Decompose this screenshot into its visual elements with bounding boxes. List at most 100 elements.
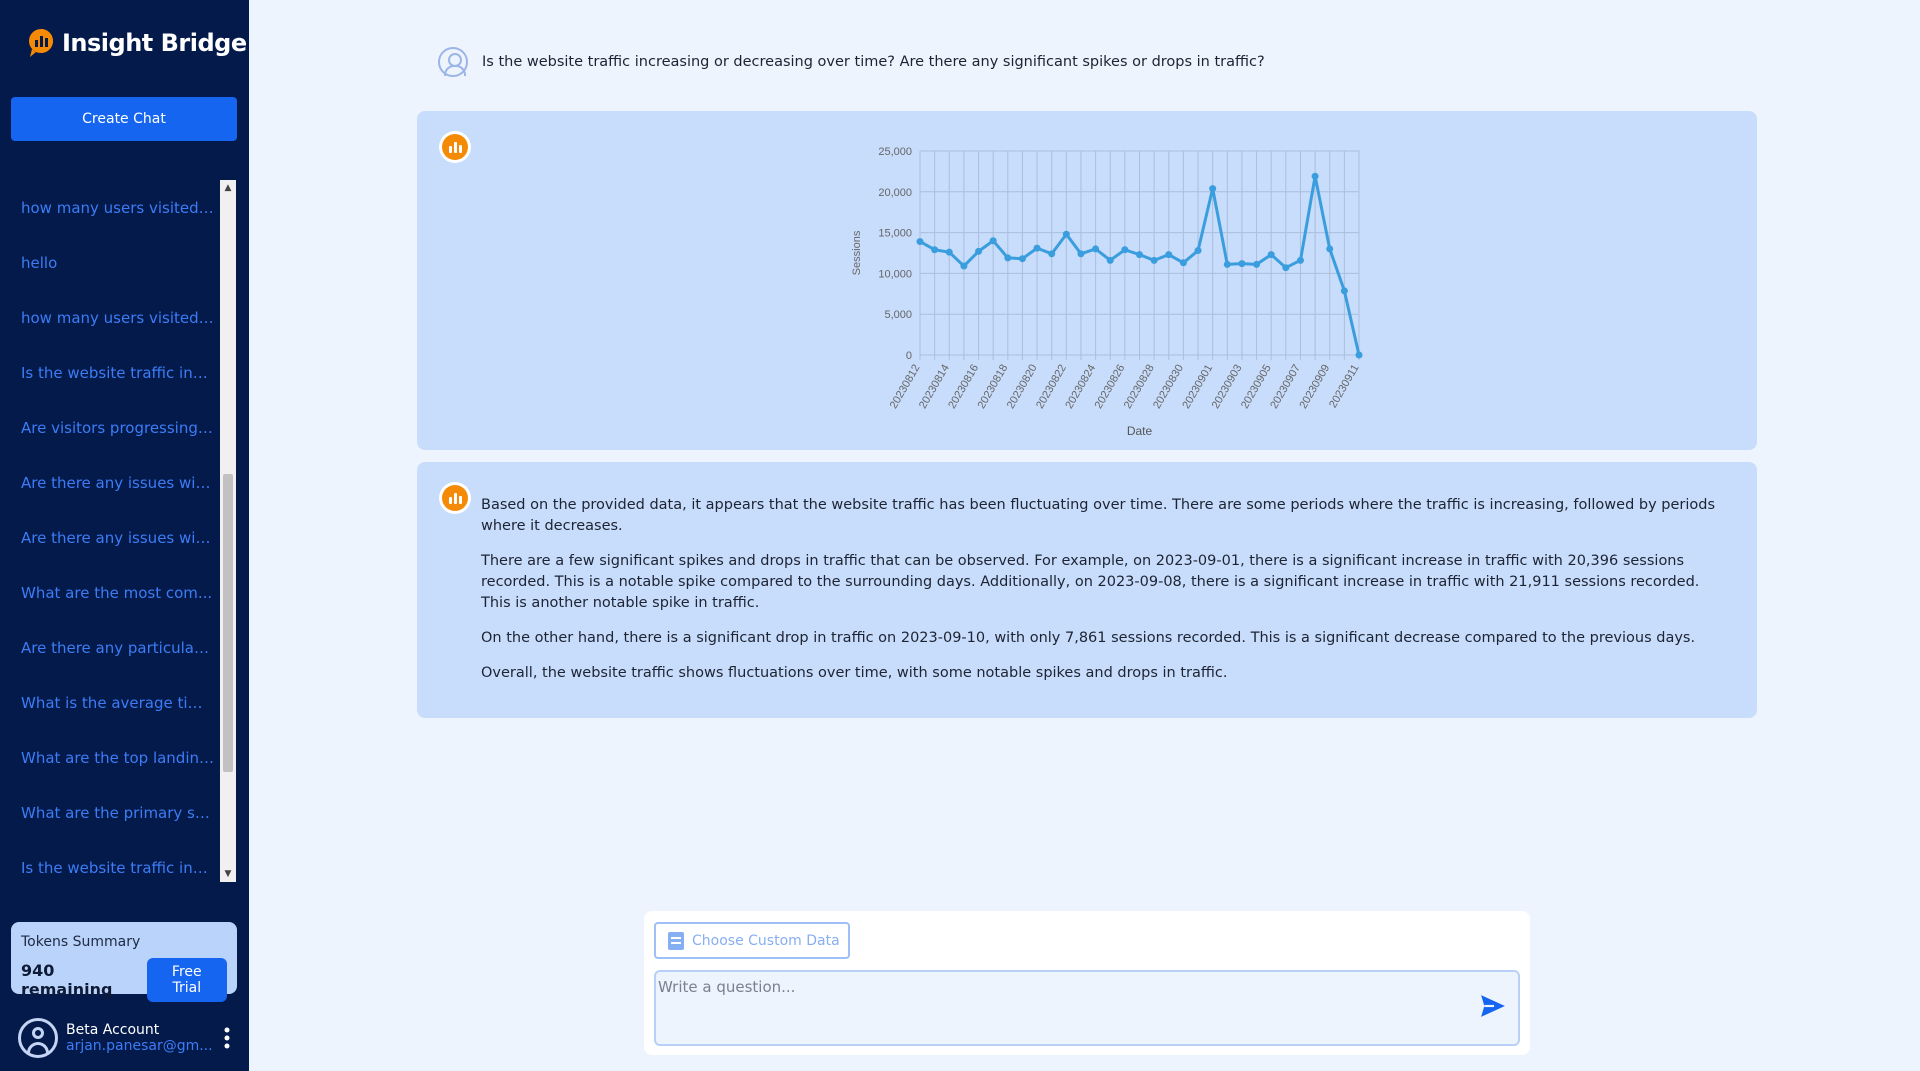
choose-custom-data-label: Choose Custom Data	[692, 932, 840, 949]
chat-history-label: how many users visited t...	[21, 198, 215, 217]
insight-bridge-logo-icon	[29, 29, 53, 57]
scroll-up-icon[interactable]: ▲	[220, 180, 236, 196]
assistant-text-message: Based on the provided data, it appears t…	[417, 462, 1757, 718]
data-point	[1179, 259, 1187, 267]
app-name: Insight Bridge	[62, 29, 247, 57]
tokens-summary-title: Tokens Summary	[21, 934, 141, 950]
tokens-summary-card: Tokens Summary 940 remaining Free Trial	[11, 922, 237, 1002]
chat-history-item[interactable]: Are visitors progressing t...	[0, 400, 219, 455]
data-point	[1092, 245, 1100, 253]
chat-history-label: Is the website traffic incr...	[21, 363, 215, 382]
y-tick-label: 10,000	[878, 268, 912, 280]
data-point	[1223, 260, 1231, 268]
y-tick-label: 20,000	[878, 187, 912, 199]
chat-history-item[interactable]: What are the top landing...	[0, 730, 219, 785]
data-point	[1326, 245, 1334, 253]
assistant-answer: Based on the provided data, it appears t…	[481, 495, 1731, 698]
chat-history-list: how many users visited t... hello how many…	[0, 180, 219, 882]
data-point	[1004, 254, 1012, 262]
data-point	[1209, 185, 1217, 193]
chat-history-label: how many users visited t...	[21, 308, 215, 327]
chat-history-item[interactable]: hello	[0, 235, 219, 290]
chat-history-item[interactable]: Are there any issues with ...	[0, 510, 219, 565]
scroll-down-icon[interactable]: ▼	[220, 866, 236, 882]
answer-paragraph: Based on the provided data, it appears t…	[481, 497, 1716, 534]
data-point	[1267, 251, 1275, 259]
chat-history-item[interactable]: What are the most com...	[0, 565, 219, 620]
y-tick-label: 15,000	[878, 228, 912, 240]
data-point	[1121, 246, 1129, 254]
data-point	[1238, 260, 1246, 268]
free-trial-badge[interactable]: Free Trial	[146, 958, 227, 1002]
y-tick-label: 25,000	[878, 146, 912, 158]
scroll-thumb[interactable]	[223, 474, 233, 772]
more-options-icon[interactable]	[224, 1027, 230, 1049]
chat-history-label: Are there any particular ...	[21, 638, 215, 657]
data-point	[975, 247, 983, 255]
user-question-text: Is the website traffic increasing or dec…	[482, 54, 1265, 70]
data-point	[989, 237, 997, 245]
user-avatar-icon	[438, 47, 468, 77]
data-point	[945, 248, 953, 256]
chat-history-label: What are the primary so...	[21, 803, 215, 822]
data-point	[931, 246, 939, 254]
data-point	[1253, 260, 1261, 268]
chat-history-item[interactable]: Are there any particular ...	[0, 620, 219, 675]
send-icon[interactable]	[1480, 994, 1506, 1018]
chat-history-label: hello	[21, 253, 58, 272]
assistant-avatar-icon	[439, 482, 471, 514]
account-avatar-icon	[18, 1018, 58, 1058]
data-point	[1165, 251, 1173, 259]
chat-history-item[interactable]: Is the website traffic incr...	[0, 840, 219, 882]
data-point	[1136, 251, 1143, 259]
create-chat-button[interactable]: Create Chat	[11, 97, 237, 141]
chat-history-label: Are there any issues with ...	[21, 528, 215, 547]
answer-paragraph: Overall, the website traffic shows fluct…	[481, 665, 1228, 681]
data-point	[1150, 256, 1158, 264]
app-logo[interactable]: Insight Bridge	[28, 24, 247, 62]
y-axis-title: Sessions	[851, 230, 863, 275]
account-email: arjan.panesar@gm...	[66, 1038, 213, 1054]
chat-history-item[interactable]: how many users visited t...	[0, 180, 219, 235]
user-message: Is the website traffic increasing or dec…	[438, 47, 1265, 77]
x-tick-label: 20230911	[1327, 363, 1361, 411]
document-icon	[668, 931, 684, 950]
data-point	[1018, 255, 1026, 263]
answer-paragraph: There are a few significant spikes and d…	[481, 553, 1700, 611]
x-axis-title: Date	[1127, 424, 1153, 438]
data-point	[960, 262, 968, 270]
y-tick-label: 5,000	[884, 309, 912, 321]
y-tick-label: 0	[906, 350, 912, 362]
chat-history-label: Is the website traffic incr...	[21, 858, 215, 877]
choose-custom-data-button[interactable]: Choose Custom Data	[654, 922, 850, 959]
data-point	[916, 238, 924, 246]
data-point	[1296, 256, 1304, 264]
data-point	[1062, 230, 1070, 238]
sessions-line-chart: 05,00010,00015,00020,00025,0002023081220…	[851, 146, 1363, 438]
answer-paragraph: On the other hand, there is a significan…	[481, 630, 1696, 646]
data-point	[1311, 172, 1319, 180]
chat-history-label: What is the average time...	[21, 693, 215, 712]
chat-history-item[interactable]: Are there any issues with ...	[0, 455, 219, 510]
question-input[interactable]	[656, 972, 1456, 1044]
data-point	[1106, 256, 1114, 264]
chat-history-label: Are there any issues with ...	[21, 473, 215, 492]
account-name: Beta Account	[66, 1022, 160, 1038]
account-section[interactable]: Beta Account arjan.panesar@gm...	[18, 1016, 240, 1060]
data-point	[1340, 287, 1348, 295]
history-scrollbar[interactable]: ▲ ▼	[220, 180, 236, 882]
message-composer: Choose Custom Data	[644, 911, 1530, 1055]
tokens-remaining: 940 remaining	[21, 961, 113, 999]
chat-history-item[interactable]: What is the average time...	[0, 675, 219, 730]
data-point	[1077, 250, 1085, 258]
chat-history-label: What are the most com...	[21, 583, 213, 602]
data-point	[1282, 264, 1290, 272]
chat-history-item[interactable]: What are the primary so...	[0, 785, 219, 840]
data-point	[1355, 351, 1363, 359]
question-box	[654, 970, 1520, 1046]
chat-history-item[interactable]: Is the website traffic incr...	[0, 345, 219, 400]
chat-history-item[interactable]: how many users visited t...	[0, 290, 219, 345]
assistant-avatar-icon	[439, 131, 471, 163]
chat-history-label: What are the top landing...	[21, 748, 215, 767]
data-point	[1048, 250, 1056, 258]
